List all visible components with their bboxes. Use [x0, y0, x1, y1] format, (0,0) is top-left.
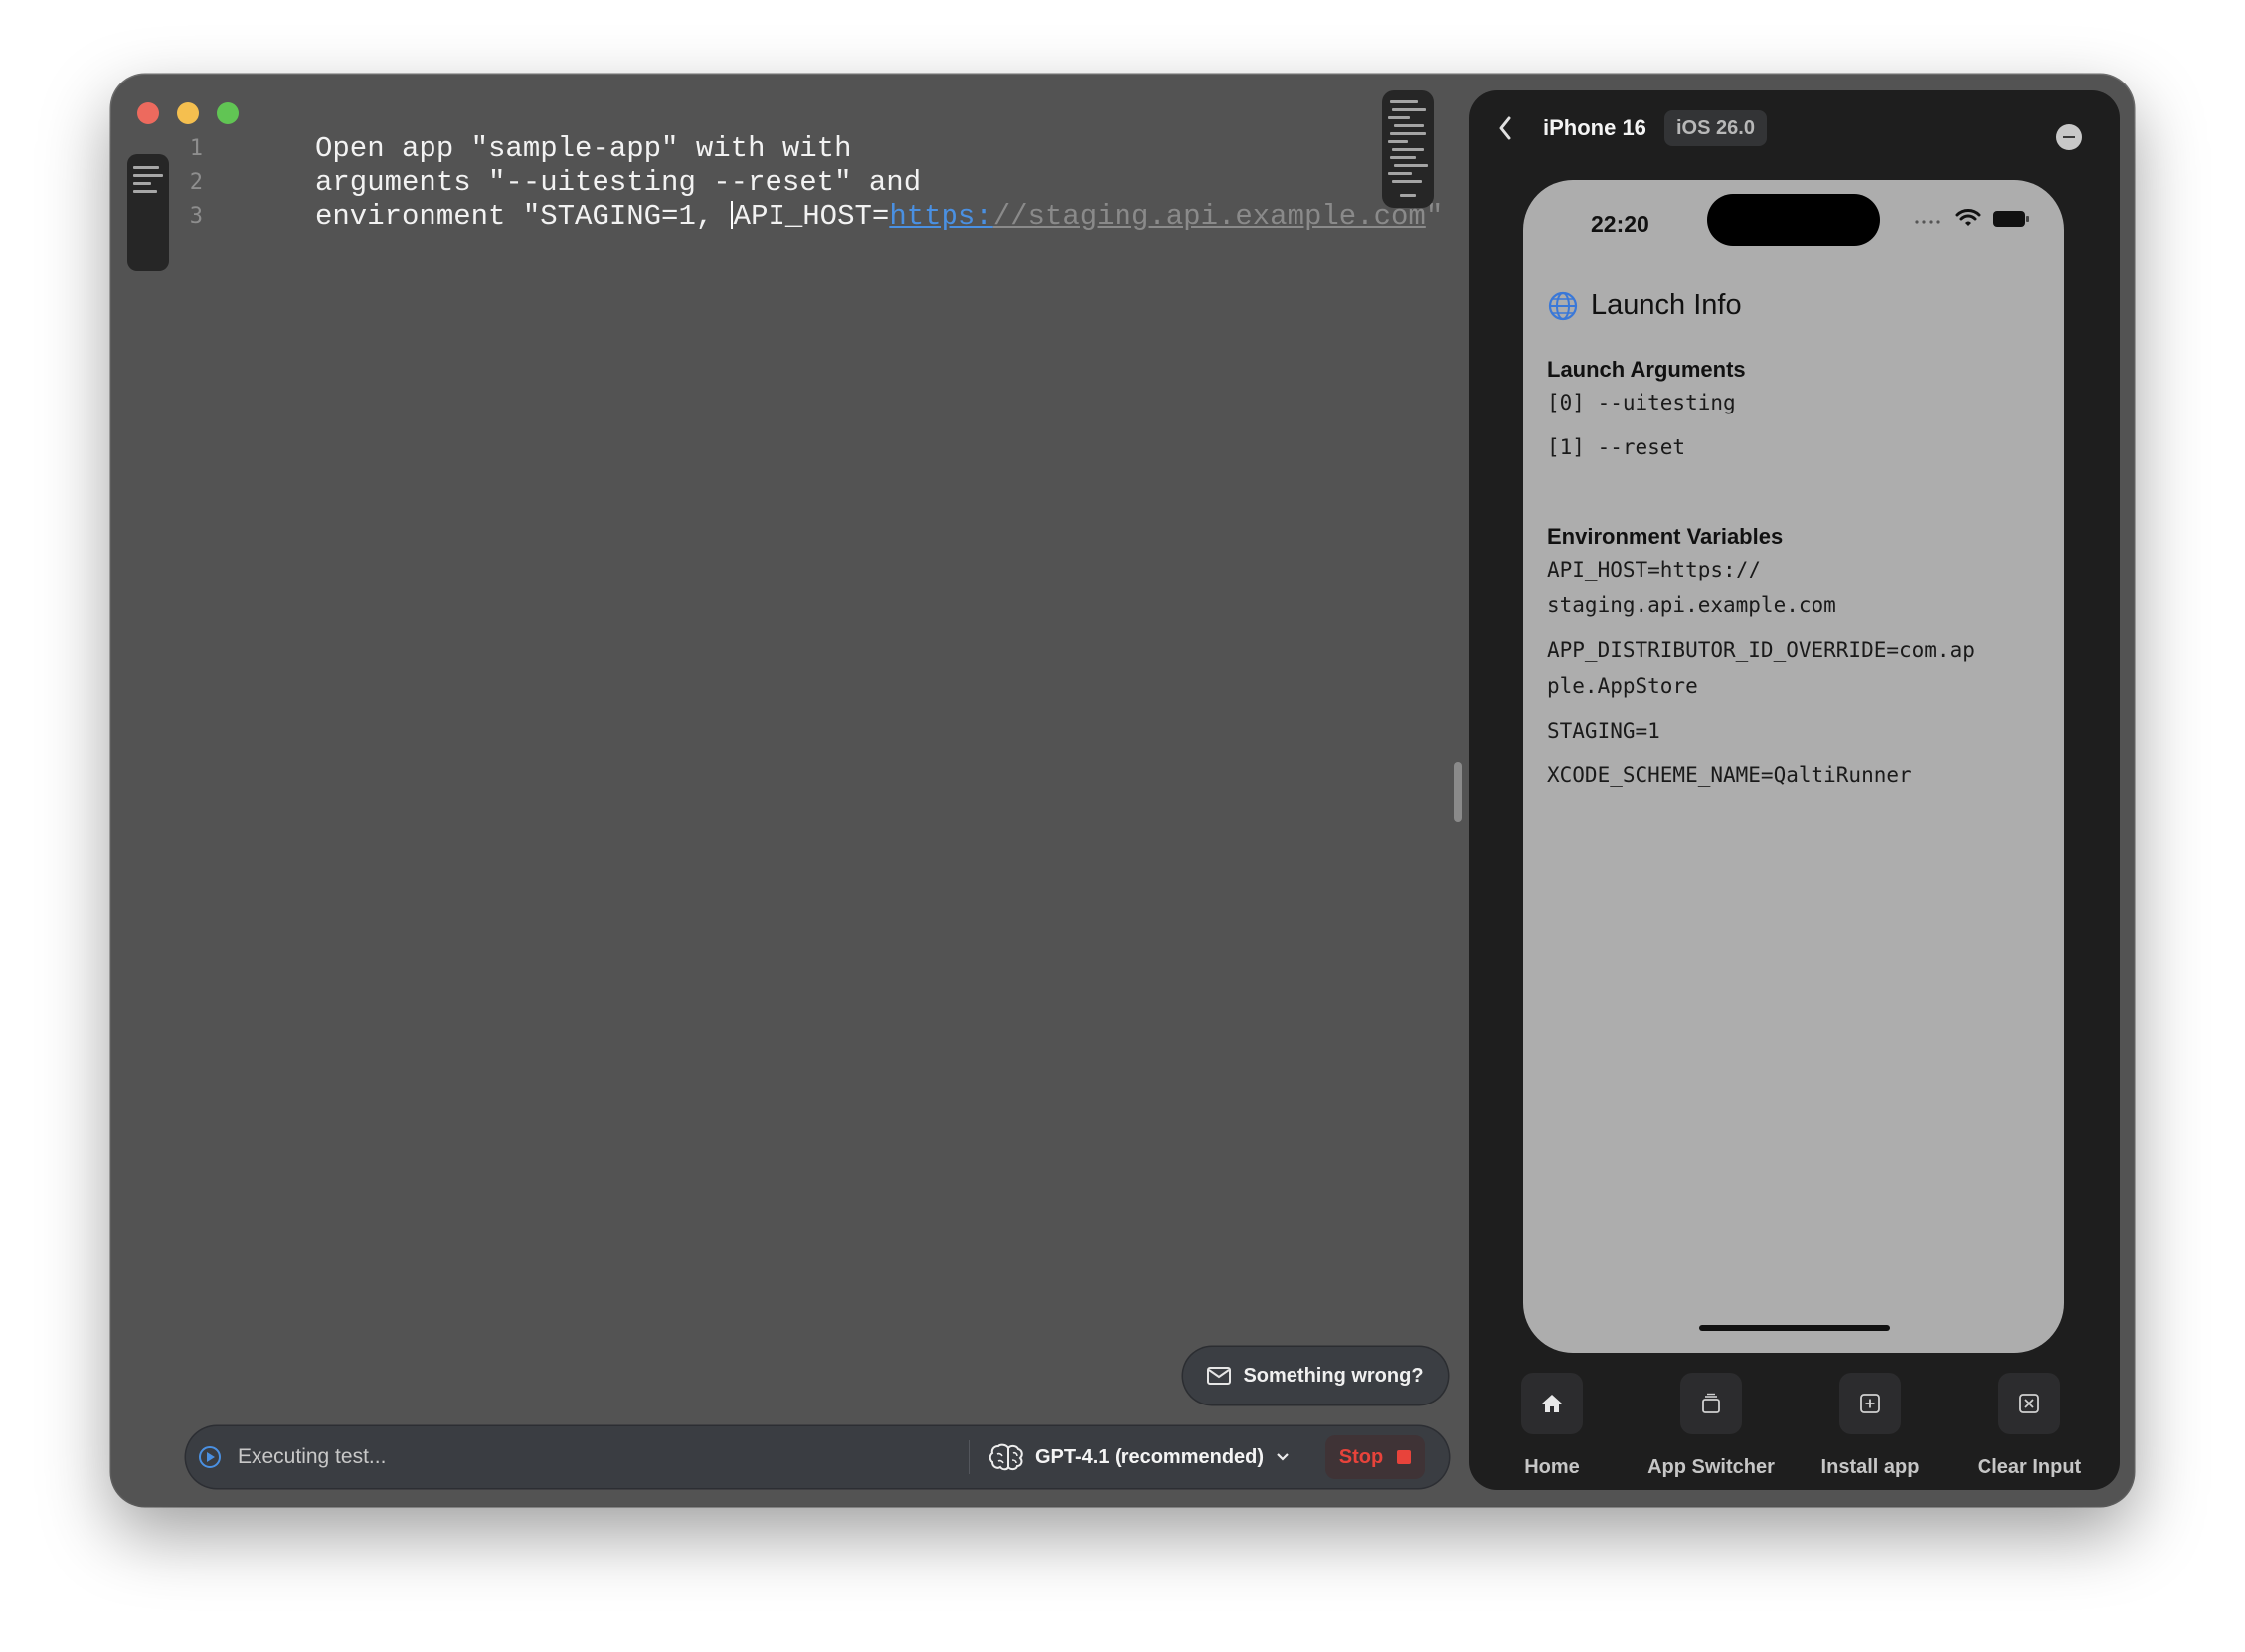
os-version-badge: iOS 26.0 [1664, 110, 1767, 146]
close-window-button[interactable] [137, 102, 159, 124]
stop-square-icon [1397, 1450, 1412, 1464]
something-wrong-button[interactable]: Something wrong? [1183, 1347, 1448, 1404]
stop-button[interactable]: Stop [1325, 1435, 1425, 1479]
install-app-tool-button[interactable]: Install app [1791, 1373, 1950, 1479]
envelope-icon [1207, 1367, 1232, 1385]
wifi-icon [1955, 209, 1981, 226]
panel-resize-handle[interactable] [1454, 762, 1462, 822]
line-number: 2 [189, 170, 203, 195]
home-tool-label: Home [1524, 1456, 1580, 1478]
device-name: iPhone 16 [1543, 115, 1646, 140]
simulator-panel: iPhone 16 iOS 26.0 22:20 Launch Info Lau… [1469, 90, 2120, 1490]
globe-icon [1548, 291, 1578, 320]
code-segment: environment "STAGING=1, [315, 200, 731, 233]
model-name: GPT-4.1 (recommended) [1035, 1445, 1265, 1468]
app-switcher-tool-icon-box [1680, 1373, 1742, 1434]
env-variable-item: API_HOST=https:// staging.api.example.co… [1547, 558, 1836, 617]
app-switcher-tool-label: App Switcher [1647, 1456, 1775, 1478]
home-indicator[interactable] [1699, 1325, 1890, 1331]
launch-arguments-heading: Launch Arguments [1547, 357, 1746, 382]
code-segment: API_HOST= [733, 200, 890, 233]
code-line-3[interactable]: environment "STAGING=1, API_HOST=https:/… [315, 200, 1548, 234]
line-number: 3 [189, 204, 203, 229]
app-switcher-icon [1702, 1393, 1720, 1413]
something-wrong-label: Something wrong? [1243, 1364, 1424, 1387]
app-switcher-tool-button[interactable]: App Switcher [1632, 1373, 1791, 1479]
brain-icon [989, 1443, 1023, 1471]
simulator-header: iPhone 16 iOS 26.0 [1469, 90, 2120, 166]
install-app-tool-label: Install app [1820, 1456, 1920, 1478]
code-line-2[interactable]: arguments "--uitesting --reset" and [315, 166, 1548, 200]
environment-variables-heading: Environment Variables [1547, 524, 1784, 549]
status-bar-time: 22:20 [1591, 211, 1649, 237]
house-icon [1542, 1395, 1562, 1412]
minimize-window-button[interactable] [177, 102, 199, 124]
model-selector[interactable]: GPT-4.1 (recommended) [989, 1426, 1290, 1488]
dynamic-island [1707, 194, 1880, 246]
url-link-host[interactable]: //staging.api.example.com [993, 200, 1426, 233]
install-app-tool-icon-box [1839, 1373, 1901, 1434]
env-variable-item: STAGING=1 [1547, 719, 1660, 743]
executing-spinner-icon [199, 1446, 221, 1468]
clear-input-tool-label: Clear Input [1977, 1456, 2082, 1478]
launch-argument-item: [0] --uitesting [1547, 391, 1736, 414]
code-line-1[interactable]: Open app "sample-app" with with [315, 132, 1548, 166]
line-number-gutter: 1 2 3 [171, 132, 260, 234]
install-app-icon [1860, 1394, 1880, 1413]
editor-minimap[interactable] [1382, 90, 1434, 208]
clear-input-tool-icon-box [1998, 1373, 2060, 1434]
app-title-row: Launch Info [1547, 289, 1742, 322]
chevron-left-icon[interactable] [1495, 112, 1515, 144]
zoom-window-button[interactable] [217, 102, 239, 124]
clear-input-icon [2019, 1394, 2039, 1413]
home-tool-icon-box [1521, 1373, 1583, 1434]
battery-icon [1993, 211, 2029, 227]
test-control-bar: Executing test... GPT-4.1 (recommended) … [186, 1426, 1449, 1488]
launch-argument-item: [1] --reset [1547, 435, 1686, 459]
line-number: 1 [189, 136, 203, 161]
home-tool-button[interactable]: Home [1472, 1373, 1632, 1479]
simulator-toolbar: Home App Switcher Install app Clear Inpu… [1469, 1373, 2120, 1482]
collapse-simulator-button[interactable] [2056, 124, 2082, 150]
env-variable-item: APP_DISTRIBUTOR_ID_OVERRIDE=com.ap ple.A… [1547, 638, 1975, 698]
screen-title: Launch Info [1591, 289, 1742, 321]
url-link-scheme[interactable]: https: [889, 200, 992, 233]
text-caret [730, 201, 733, 229]
app-window: 1 2 3 Open app "sample-app" with with ar… [111, 75, 2134, 1506]
execution-status: Executing test... [238, 1445, 387, 1468]
cellular-signal-icon [1915, 220, 1940, 224]
env-variable-item: XCODE_SCHEME_NAME=QaltiRunner [1547, 763, 1912, 787]
divider [969, 1440, 970, 1474]
file-thumbnail[interactable] [127, 154, 169, 271]
stop-label: Stop [1338, 1445, 1384, 1468]
chevron-down-icon [1277, 1453, 1289, 1461]
phone-screen[interactable]: 22:20 Launch Info Launch Arguments [0] -… [1523, 180, 2064, 1353]
code-editor[interactable]: Open app "sample-app" with with argument… [315, 132, 1548, 234]
clear-input-tool-button[interactable]: Clear Input [1950, 1373, 2109, 1479]
